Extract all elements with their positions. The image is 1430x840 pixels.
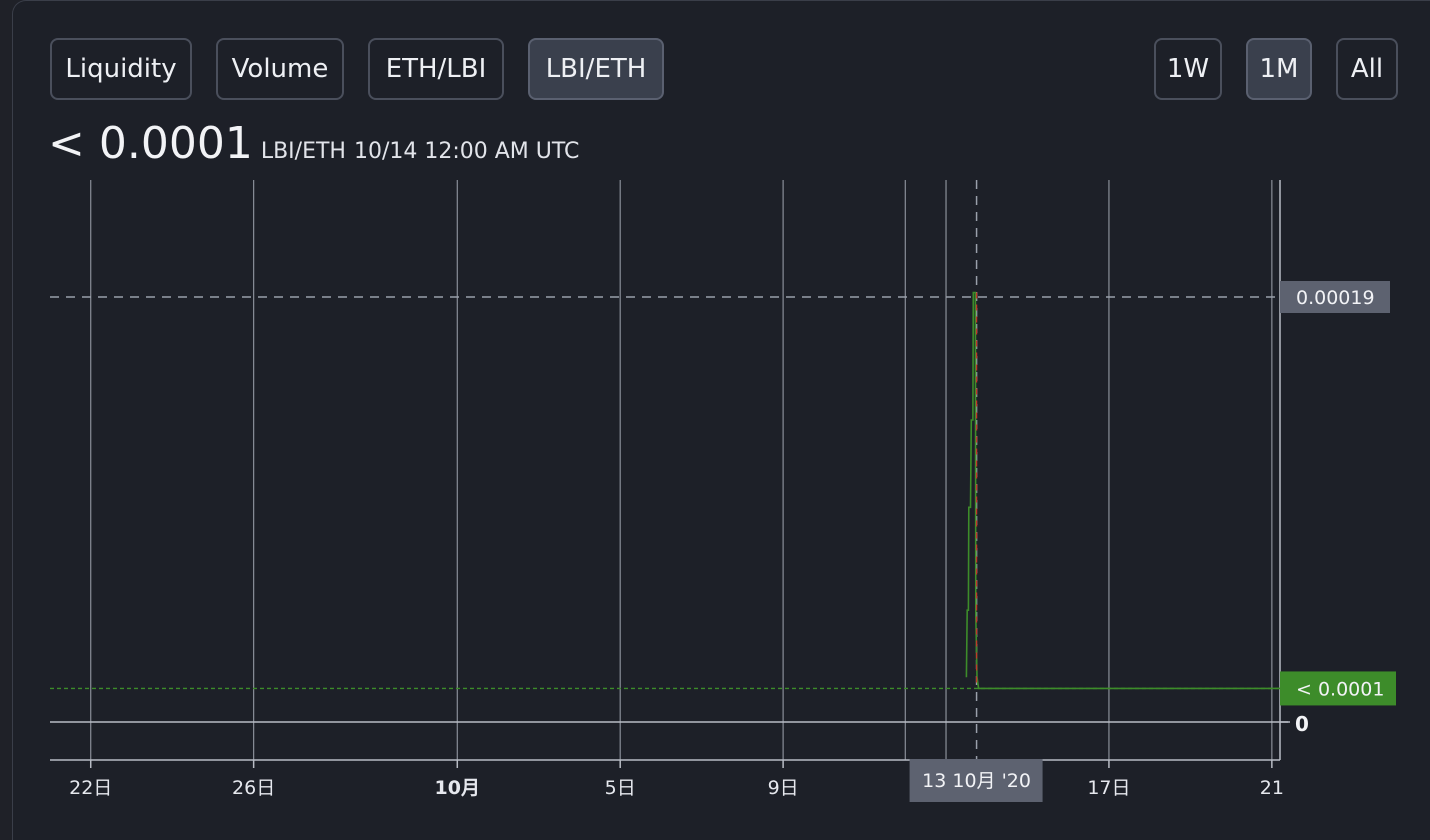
x-tick-label: 26日	[232, 777, 275, 799]
x-tick-label: 9日	[768, 777, 799, 799]
x-tick-label: 17日	[1087, 777, 1130, 799]
last-price-label: < 0.0001	[1296, 678, 1384, 700]
price-chart[interactable]: 0.00019< 0.0001022日26日10月5日9日1317日2113 1…	[0, 0, 1430, 840]
crosshair-y-label: 0.00019	[1296, 287, 1375, 309]
x-tick-label: 10月	[435, 777, 480, 799]
crosshair-x-label: 13 10月 '20	[922, 770, 1031, 792]
y-tick-label-zero: 0	[1295, 712, 1309, 736]
x-tick-label: 21	[1260, 777, 1284, 799]
x-tick-label: 5日	[605, 777, 636, 799]
price-series-line	[965, 291, 1280, 690]
x-tick-label: 22日	[69, 777, 112, 799]
